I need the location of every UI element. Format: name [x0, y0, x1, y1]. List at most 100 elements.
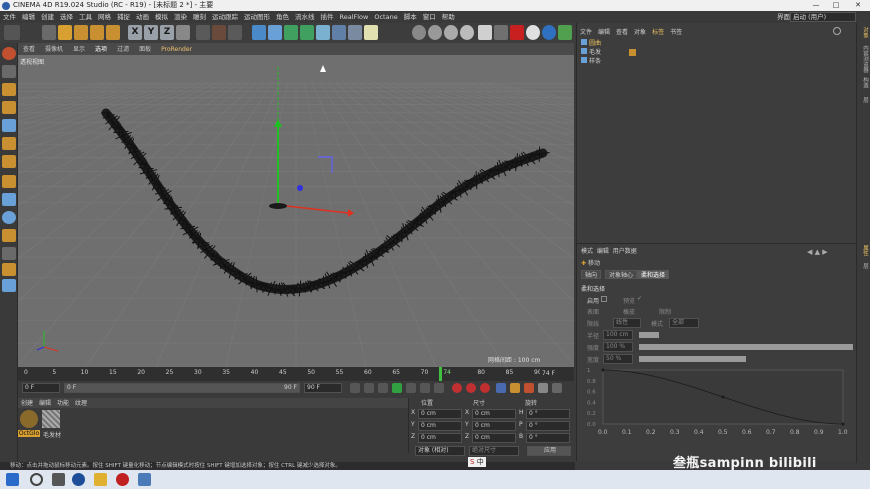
curve-knot[interactable]	[601, 368, 605, 372]
attribute-menu-edit[interactable]: 编辑	[597, 248, 609, 255]
strength-slider[interactable]	[639, 344, 853, 350]
undo-icon[interactable]	[4, 25, 20, 40]
select-cursor-icon[interactable]	[42, 25, 56, 40]
octane-env-icon[interactable]	[542, 25, 556, 40]
right-tab-layer[interactable]: 层	[859, 263, 869, 269]
recorder-icon[interactable]	[116, 473, 129, 486]
rotation-key-icon[interactable]	[524, 383, 534, 393]
menu-motion-tracker[interactable]: 运动跟踪	[209, 11, 241, 23]
hair-material-tag-icon[interactable]	[629, 49, 637, 56]
menu-select[interactable]: 选择	[57, 11, 76, 23]
object-menu-objects[interactable]: 对象	[631, 28, 649, 38]
menu-window[interactable]: 窗口	[420, 11, 439, 23]
menu-create[interactable]: 创建	[38, 11, 57, 23]
param-key-icon[interactable]	[538, 383, 548, 393]
curve-knot[interactable]	[721, 395, 725, 399]
coord-size-field[interactable]: 0 cm	[472, 421, 516, 431]
end-frame-field[interactable]: 90 F	[304, 383, 342, 393]
camera-icon[interactable]	[348, 25, 362, 40]
preview-check-icon[interactable]: ✓	[637, 295, 642, 302]
maximize-button[interactable]: □	[826, 0, 846, 11]
menu-script[interactable]: 脚本	[401, 11, 420, 23]
coord-mode-select[interactable]: 对象 (相对)	[415, 446, 465, 456]
timeline-ruler[interactable]: 0 5 10 15 20 25 30 35 40 45 50 55 60 65 70 74 80 85 90	[18, 367, 574, 381]
move-tool-icon[interactable]	[58, 25, 72, 40]
menu-simulate[interactable]: 模拟	[152, 11, 171, 23]
menu-animate[interactable]: 动画	[133, 11, 152, 23]
right-tab-structure[interactable]: 构造	[859, 77, 869, 88]
ime-toolbar[interactable]: S 中	[468, 457, 486, 467]
perspective-viewport[interactable]: 透视视图 网格间距 : 100 cm	[18, 55, 574, 367]
render-picture-viewer-icon[interactable]	[212, 25, 226, 40]
workplane-lock-icon[interactable]	[2, 229, 16, 242]
scale-tool-icon[interactable]	[74, 25, 88, 40]
workplane-icon[interactable]	[2, 101, 16, 114]
object-row-spline[interactable]: 样条	[581, 57, 601, 65]
menu-render[interactable]: 渲染	[171, 11, 190, 23]
octane-sky-icon[interactable]	[526, 25, 540, 40]
file-explorer-icon[interactable]	[94, 473, 107, 486]
coord-position-field[interactable]: 0 cm	[418, 421, 462, 431]
prev-frame-icon[interactable]	[378, 383, 388, 393]
octane-material-swatch[interactable]	[20, 410, 38, 428]
coord-rotation-field[interactable]: 0 °	[526, 433, 570, 443]
menu-mograph[interactable]: 运动图形	[241, 11, 273, 23]
apply-button[interactable]: 应用	[527, 446, 571, 456]
enable-checkbox[interactable]	[601, 296, 607, 302]
render-view-icon[interactable]	[196, 25, 210, 40]
octane-live-viewer-icon[interactable]	[510, 25, 524, 40]
octane-gloss-icon[interactable]	[444, 25, 458, 40]
tab-soft-selection[interactable]: 柔和选择	[637, 270, 670, 279]
object-row-circle[interactable]: 圆曲	[581, 39, 601, 47]
octane-objtag-icon[interactable]	[558, 25, 572, 40]
object-row-hair[interactable]: 毛发	[581, 48, 637, 56]
right-tab-attributes[interactable]: 属性	[859, 245, 869, 256]
render-settings-icon[interactable]	[228, 25, 242, 40]
coord-rotation-field[interactable]: 0 °	[526, 421, 570, 431]
range-slider[interactable]: 0 F 90 F	[64, 383, 300, 393]
hair-material-swatch[interactable]	[42, 410, 60, 428]
menu-realflow[interactable]: RealFlow	[337, 11, 372, 23]
mode-select[interactable]: 全部	[669, 318, 699, 328]
next-key-icon[interactable]	[420, 383, 430, 393]
menu-help[interactable]: 帮助	[439, 11, 458, 23]
make-editable-icon[interactable]	[2, 47, 16, 60]
menu-pipeline[interactable]: 流水线	[292, 11, 318, 23]
width-field[interactable]: 50 %	[603, 354, 633, 364]
edges-mode-icon[interactable]	[2, 137, 16, 150]
material-name-2[interactable]: 毛发材	[41, 430, 63, 439]
record-icon[interactable]	[452, 383, 462, 393]
menu-plugins[interactable]: 插件	[318, 11, 337, 23]
tweak-mode-icon[interactable]	[2, 193, 16, 206]
object-menu-view[interactable]: 查看	[613, 28, 631, 38]
attribute-menu-mode[interactable]: 模式	[581, 248, 593, 255]
menu-octane[interactable]: Octane	[371, 11, 400, 23]
goto-start-icon[interactable]	[350, 383, 360, 393]
prev-key-icon[interactable]	[364, 383, 374, 393]
coord-size-mode-select[interactable]: 绝对尺寸	[469, 446, 519, 456]
tab-axis[interactable]: 轴向	[581, 270, 602, 279]
rotate-tool-icon[interactable]	[90, 25, 104, 40]
recent-tool-icon[interactable]	[106, 25, 120, 40]
autokey-icon[interactable]	[466, 383, 476, 393]
subdivision-icon[interactable]	[284, 25, 298, 40]
material-menu-create[interactable]: 创建	[18, 399, 36, 409]
array-icon[interactable]	[300, 25, 314, 40]
goto-end-icon[interactable]	[434, 383, 444, 393]
coord-size-field[interactable]: 0 cm	[472, 409, 516, 419]
sculpt-icon[interactable]	[2, 263, 16, 276]
object-menu-bookmarks[interactable]: 书签	[667, 28, 685, 38]
right-tab-objects[interactable]: 对象	[859, 27, 869, 38]
position-key-icon[interactable]	[496, 383, 506, 393]
menu-snap[interactable]: 捕捉	[114, 11, 133, 23]
right-tab-layers[interactable]: 层	[859, 97, 869, 103]
polygons-mode-icon[interactable]	[2, 155, 16, 168]
timeline-settings-icon[interactable]	[552, 383, 562, 393]
axis-mode-icon[interactable]	[2, 175, 16, 188]
menu-mesh[interactable]: 网格	[95, 11, 114, 23]
octane-settings-icon[interactable]	[478, 25, 492, 40]
radius-field[interactable]: 100 cm	[603, 330, 633, 340]
solo-mode-icon[interactable]	[2, 247, 16, 260]
menu-tools[interactable]: 工具	[76, 11, 95, 23]
deformer-icon[interactable]	[316, 25, 330, 40]
